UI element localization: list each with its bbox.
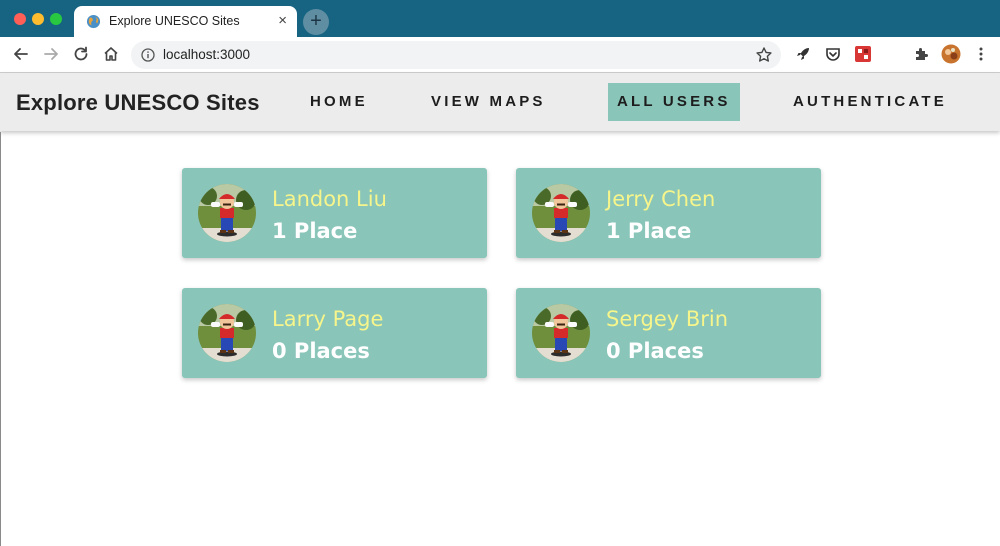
user-place-count: 1 Place xyxy=(272,219,358,243)
user-card[interactable]: Sergey Brin 0 Places xyxy=(516,288,821,378)
address-bar[interactable]: localhost:3000 xyxy=(131,41,781,69)
main-navigation: Explore UNESCO Sites HOME VIEW MAPS ALL … xyxy=(0,73,1000,131)
user-name: Landon Liu xyxy=(272,187,387,211)
mario-figure-avatar-icon xyxy=(532,304,590,362)
site-info-icon[interactable] xyxy=(141,48,155,62)
user-card[interactable]: Jerry Chen 1 Place xyxy=(516,168,821,258)
minimize-window-button[interactable] xyxy=(32,13,44,25)
globe-icon xyxy=(86,14,101,29)
more-menu-icon[interactable] xyxy=(972,45,990,63)
user-name: Larry Page xyxy=(272,307,384,331)
user-card[interactable]: Larry Page 0 Places xyxy=(182,288,487,378)
nav-view-maps[interactable]: VIEW MAPS xyxy=(431,83,546,121)
tab-close-icon[interactable]: × xyxy=(278,12,287,29)
puzzle-extensions-icon[interactable] xyxy=(913,45,931,63)
url-text[interactable]: localhost:3000 xyxy=(163,47,250,62)
site-brand[interactable]: Explore UNESCO Sites xyxy=(16,90,260,116)
pocket-icon[interactable] xyxy=(824,45,842,63)
browser-toolbar: localhost:3000 LC xyxy=(0,37,1000,98)
rocket-extension-icon[interactable] xyxy=(794,45,812,63)
red-extension-icon[interactable] xyxy=(854,45,872,63)
user-name: Jerry Chen xyxy=(606,187,716,211)
browser-tab[interactable]: Explore UNESCO Sites × xyxy=(74,6,297,37)
nav-all-users[interactable]: ALL USERS xyxy=(608,83,740,121)
user-card[interactable]: Landon Liu 1 Place xyxy=(182,168,487,258)
new-tab-button[interactable]: + xyxy=(303,9,329,35)
tab-title: Explore UNESCO Sites xyxy=(109,14,240,28)
user-place-count: 0 Places xyxy=(272,339,370,363)
user-place-count: 0 Places xyxy=(606,339,704,363)
profile-avatar-icon[interactable] xyxy=(941,44,961,64)
close-window-button[interactable] xyxy=(14,13,26,25)
window-edge-line xyxy=(0,132,1,546)
forward-arrow-icon[interactable] xyxy=(42,45,60,63)
maximize-window-button[interactable] xyxy=(50,13,62,25)
nav-home[interactable]: HOME xyxy=(310,83,368,121)
mario-figure-avatar-icon xyxy=(532,184,590,242)
browser-title-bar: Explore UNESCO Sites × + xyxy=(0,0,1000,37)
back-arrow-icon[interactable] xyxy=(12,45,30,63)
nav-authenticate[interactable]: AUTHENTICATE xyxy=(793,83,947,121)
mario-figure-avatar-icon xyxy=(198,304,256,362)
mario-figure-avatar-icon xyxy=(198,184,256,242)
home-icon[interactable] xyxy=(102,45,120,63)
user-place-count: 1 Place xyxy=(606,219,692,243)
user-name: Sergey Brin xyxy=(606,307,729,331)
bookmark-star-icon[interactable] xyxy=(755,46,773,64)
reload-icon[interactable] xyxy=(72,45,90,63)
